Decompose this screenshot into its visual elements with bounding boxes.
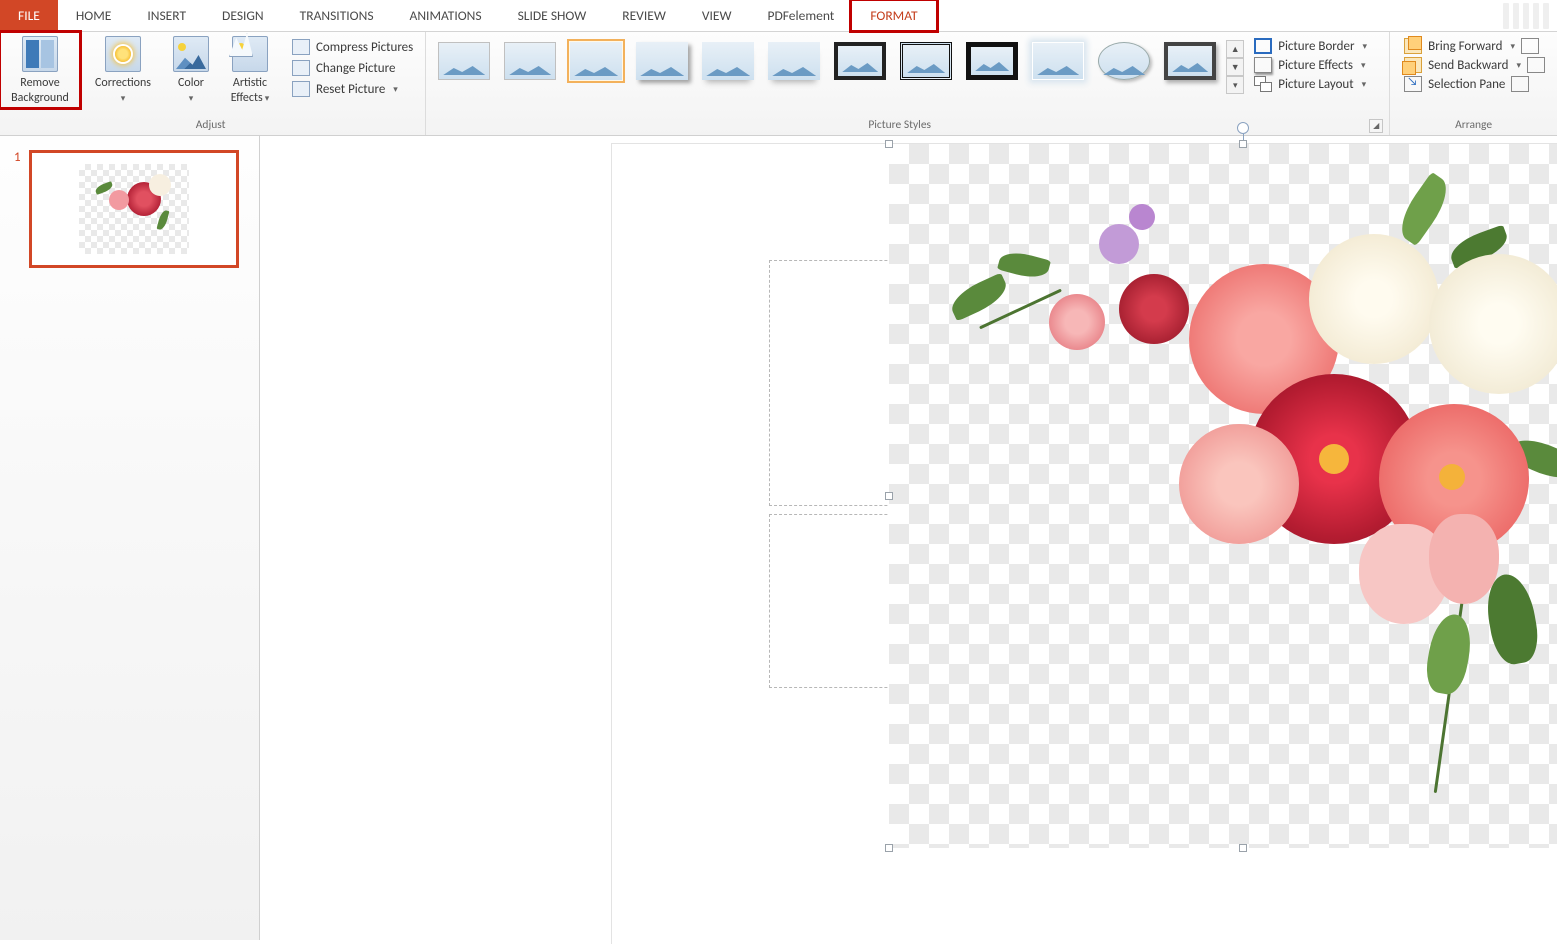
- remove-background-icon: [22, 36, 58, 72]
- picture-style-4[interactable]: [634, 40, 690, 82]
- chevron-down-icon: ▾: [393, 84, 398, 95]
- chevron-down-icon: ▾: [189, 93, 194, 104]
- thumbnail-image: [79, 164, 189, 254]
- color-button[interactable]: Color▾: [168, 34, 214, 106]
- resize-handle-ml[interactable]: [885, 492, 893, 500]
- send-backward-button[interactable]: Send Backward ▾: [1404, 57, 1521, 73]
- artistic-effects-button[interactable]: Artistic Effects ▾: [222, 34, 278, 106]
- rotate-handle[interactable]: [1237, 122, 1249, 134]
- picture-style-6[interactable]: [766, 40, 822, 82]
- chevron-down-icon: ▾: [1510, 41, 1515, 52]
- reset-picture-icon: [292, 81, 310, 97]
- picture-style-3[interactable]: [568, 40, 624, 82]
- slide-number: 1: [14, 150, 21, 165]
- selection-pane-button[interactable]: Selection Pane: [1404, 76, 1505, 92]
- sun-icon: [105, 36, 141, 72]
- compress-icon: [292, 39, 310, 55]
- picture-style-5[interactable]: [700, 40, 756, 82]
- chevron-down-icon: ▾: [1363, 41, 1368, 52]
- tab-design[interactable]: DESIGN: [204, 0, 282, 31]
- selection-pane-icon: [1404, 76, 1422, 92]
- artistic-effects-icon: [232, 36, 268, 72]
- gallery-scroll-down[interactable]: ▼: [1226, 58, 1244, 76]
- group-button[interactable]: [1527, 57, 1545, 73]
- tab-animations[interactable]: ANIMATIONS: [392, 0, 500, 31]
- titlebar-deco: [936, 0, 1557, 31]
- resize-handle-tl[interactable]: [885, 140, 893, 148]
- picture-style-1[interactable]: [436, 40, 492, 82]
- tab-home[interactable]: HOME: [58, 0, 129, 31]
- picture-style-12[interactable]: [1162, 40, 1218, 82]
- change-picture-button[interactable]: Change Picture: [286, 59, 419, 77]
- send-backward-icon: [1404, 57, 1422, 73]
- picture-style-7[interactable]: [832, 40, 888, 82]
- compress-pictures-button[interactable]: Compress Pictures: [286, 38, 419, 56]
- resize-handle-bl[interactable]: [885, 844, 893, 852]
- group-label-arrange: Arrange: [1396, 116, 1551, 135]
- ribbon-format: Remove Background Corrections▾ Color▾ Ar…: [0, 32, 1557, 136]
- tab-pdfelement[interactable]: PDFelement: [750, 0, 853, 31]
- chevron-down-icon: ▾: [263, 93, 270, 104]
- corrections-button[interactable]: Corrections▾: [86, 34, 160, 106]
- picture-styles-gallery: [430, 34, 1224, 82]
- picture-effects-button[interactable]: Picture Effects ▾: [1254, 57, 1367, 73]
- picture-styles-dialog-launcher[interactable]: ◢: [1369, 119, 1383, 133]
- slide-editor[interactable]: [260, 136, 1557, 940]
- picture-style-11[interactable]: [1096, 40, 1152, 82]
- picture-style-2[interactable]: [502, 40, 558, 82]
- gallery-scroll-up[interactable]: ▲: [1226, 40, 1244, 58]
- picture-style-10[interactable]: [1030, 40, 1086, 82]
- tab-file[interactable]: FILE: [0, 0, 58, 31]
- picture-layout-icon: [1254, 76, 1272, 92]
- tab-format[interactable]: FORMAT: [852, 0, 935, 31]
- change-picture-icon: [292, 60, 310, 76]
- tab-review[interactable]: REVIEW: [604, 0, 684, 31]
- selected-picture[interactable]: [889, 144, 1557, 848]
- picture-effects-icon: [1254, 57, 1272, 73]
- gallery-more-button[interactable]: ▾: [1226, 76, 1244, 94]
- workspace: 1: [0, 136, 1557, 940]
- picture-border-button[interactable]: Picture Border ▾: [1254, 38, 1367, 54]
- gallery-scroll: ▲ ▼ ▾: [1226, 40, 1244, 94]
- chevron-down-icon: ▾: [1361, 60, 1366, 71]
- chevron-down-icon: ▾: [1362, 79, 1367, 90]
- bring-forward-button[interactable]: Bring Forward ▾: [1404, 38, 1515, 54]
- resize-handle-tm[interactable]: [1239, 140, 1247, 148]
- floral-image: [889, 144, 1557, 848]
- picture-style-8[interactable]: [898, 40, 954, 82]
- group-label-adjust: Adjust: [2, 116, 419, 135]
- tab-view[interactable]: VIEW: [684, 0, 750, 31]
- align-button[interactable]: [1521, 38, 1539, 54]
- tab-transitions[interactable]: TRANSITIONS: [282, 0, 392, 31]
- picture-border-icon: [1254, 38, 1272, 54]
- group-label-picture-styles: Picture Styles: [430, 116, 1369, 135]
- slide-thumbnails-pane: 1: [0, 136, 260, 940]
- picture-color-icon: [173, 36, 209, 72]
- tab-insert[interactable]: INSERT: [129, 0, 204, 31]
- resize-handle-bm[interactable]: [1239, 844, 1247, 852]
- rotate-button[interactable]: [1511, 76, 1529, 92]
- remove-background-button[interactable]: Remove Background: [2, 34, 78, 106]
- slide-thumbnail-1[interactable]: [29, 150, 239, 268]
- tab-slideshow[interactable]: SLIDE SHOW: [500, 0, 605, 31]
- picture-style-9[interactable]: [964, 40, 1020, 82]
- chevron-down-icon: ▾: [121, 93, 126, 104]
- chevron-down-icon: ▾: [1516, 60, 1521, 71]
- bring-forward-icon: [1404, 38, 1422, 54]
- reset-picture-button[interactable]: Reset Picture ▾: [286, 80, 419, 98]
- tab-strip: FILE HOME INSERT DESIGN TRANSITIONS ANIM…: [0, 0, 1557, 32]
- picture-layout-button[interactable]: Picture Layout ▾: [1254, 76, 1367, 92]
